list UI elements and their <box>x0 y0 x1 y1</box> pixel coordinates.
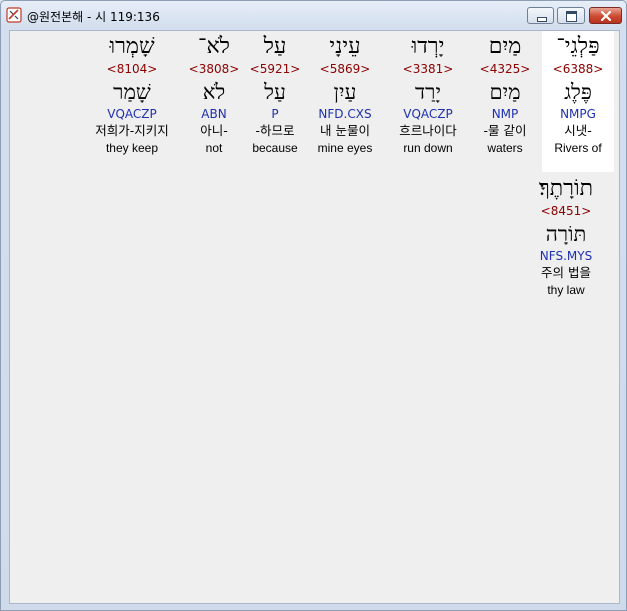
morph-code[interactable]: NFD.CXS <box>309 106 381 122</box>
morph-code[interactable]: NMP <box>469 106 541 122</box>
english-gloss: waters <box>487 141 523 155</box>
morph-code[interactable]: NMPG <box>542 106 614 122</box>
strong-number[interactable]: <3381> <box>392 61 464 77</box>
word-cell[interactable]: תוֹרָתֶךָ׃ <8451> תּוֹרָה NFS.MYS 주의 법을 … <box>522 173 610 298</box>
window-title: @원전본해 - 시 119:136 <box>27 10 160 24</box>
hebrew-word: עֵינָי <box>329 34 361 59</box>
hebrew-word: יָרְדוּ <box>411 34 445 59</box>
close-button[interactable] <box>589 7 622 24</box>
minimize-button[interactable] <box>527 7 554 24</box>
app-icon <box>6 7 22 23</box>
lemma: יָרַד <box>415 80 441 104</box>
lemma: תּוֹרָה <box>545 222 587 246</box>
korean-gloss: 시냇- <box>564 123 592 138</box>
app-window: @원전본해 - 시 119:136 פַּלְגֵי־ <6388> פֶּלֶ… <box>0 0 627 611</box>
strong-number[interactable]: <6388> <box>542 61 614 77</box>
morph-code[interactable]: NFS.MYS <box>522 248 610 264</box>
hebrew-word: לֹא־ <box>198 34 230 59</box>
korean-gloss: 내 눈물이 <box>320 123 370 138</box>
word-cell[interactable]: לֹא־ <3808> לֹא ABN 아니- not <box>178 31 250 156</box>
korean-gloss: 흐르나이다 <box>399 123 457 138</box>
english-gloss: they keep <box>105 141 159 155</box>
english-gloss: not <box>205 141 223 155</box>
hebrew-word: שָׁמְרוּ <box>109 34 155 59</box>
english-gloss: thy law <box>547 283 585 297</box>
word-cell[interactable]: מַיִם <4325> מַיִם NMP -물 같이 waters <box>469 31 541 156</box>
word-cell[interactable]: שָׁמְרוּ <8104> שָׁמַר VQACZP 저희가-지키지 th… <box>87 31 177 156</box>
english-gloss: Rivers of <box>554 141 602 155</box>
lemma: עַיִן <box>333 80 357 104</box>
close-icon <box>601 11 611 21</box>
korean-gloss: -물 같이 <box>483 123 527 138</box>
korean-gloss: 주의 법을 <box>541 265 591 280</box>
word-cell[interactable]: פַּלְגֵי־ <6388> פֶּלֶג NMPG 시냇- Rivers … <box>542 31 614 172</box>
strong-number[interactable]: <8451> <box>522 203 610 219</box>
english-gloss: run down <box>403 141 453 155</box>
lemma: מַיִם <box>489 80 521 104</box>
lemma: לֹא <box>202 80 226 104</box>
strong-number[interactable]: <3808> <box>178 61 250 77</box>
hebrew-word: פַּלְגֵי־ <box>556 34 600 59</box>
interlinear-panel: פַּלְגֵי־ <6388> פֶּלֶג NMPG 시냇- Rivers … <box>9 30 620 604</box>
strong-number[interactable]: <5869> <box>309 61 381 77</box>
morph-code[interactable]: VQACZP <box>87 106 177 122</box>
word-cell[interactable]: יָרְדוּ <3381> יָרַד VQACZP 흐르나이다 run do… <box>392 31 464 156</box>
korean-gloss: 아니- <box>200 123 228 138</box>
morph-code[interactable]: VQACZP <box>392 106 464 122</box>
korean-gloss: 저희가-지키지 <box>95 123 169 138</box>
lemma: שָׁמַר <box>113 80 151 104</box>
hebrew-word: מַיִם <box>488 34 522 59</box>
strong-number[interactable]: <8104> <box>87 61 177 77</box>
morph-code[interactable]: ABN <box>178 106 250 122</box>
maximize-button[interactable] <box>557 7 585 24</box>
word-cell[interactable]: עֵינָי <5869> עַיִן NFD.CXS 내 눈물이 mine e… <box>309 31 381 156</box>
strong-number[interactable]: <4325> <box>469 61 541 77</box>
minimize-icon <box>537 17 547 22</box>
title-bar[interactable]: @원전본해 - 시 119:136 <box>1 1 626 29</box>
hebrew-word: תוֹרָתֶךָ׃ <box>538 176 594 201</box>
maximize-icon <box>566 11 577 22</box>
lemma: פֶּלֶג <box>564 80 592 104</box>
english-gloss: mine eyes <box>317 141 373 155</box>
